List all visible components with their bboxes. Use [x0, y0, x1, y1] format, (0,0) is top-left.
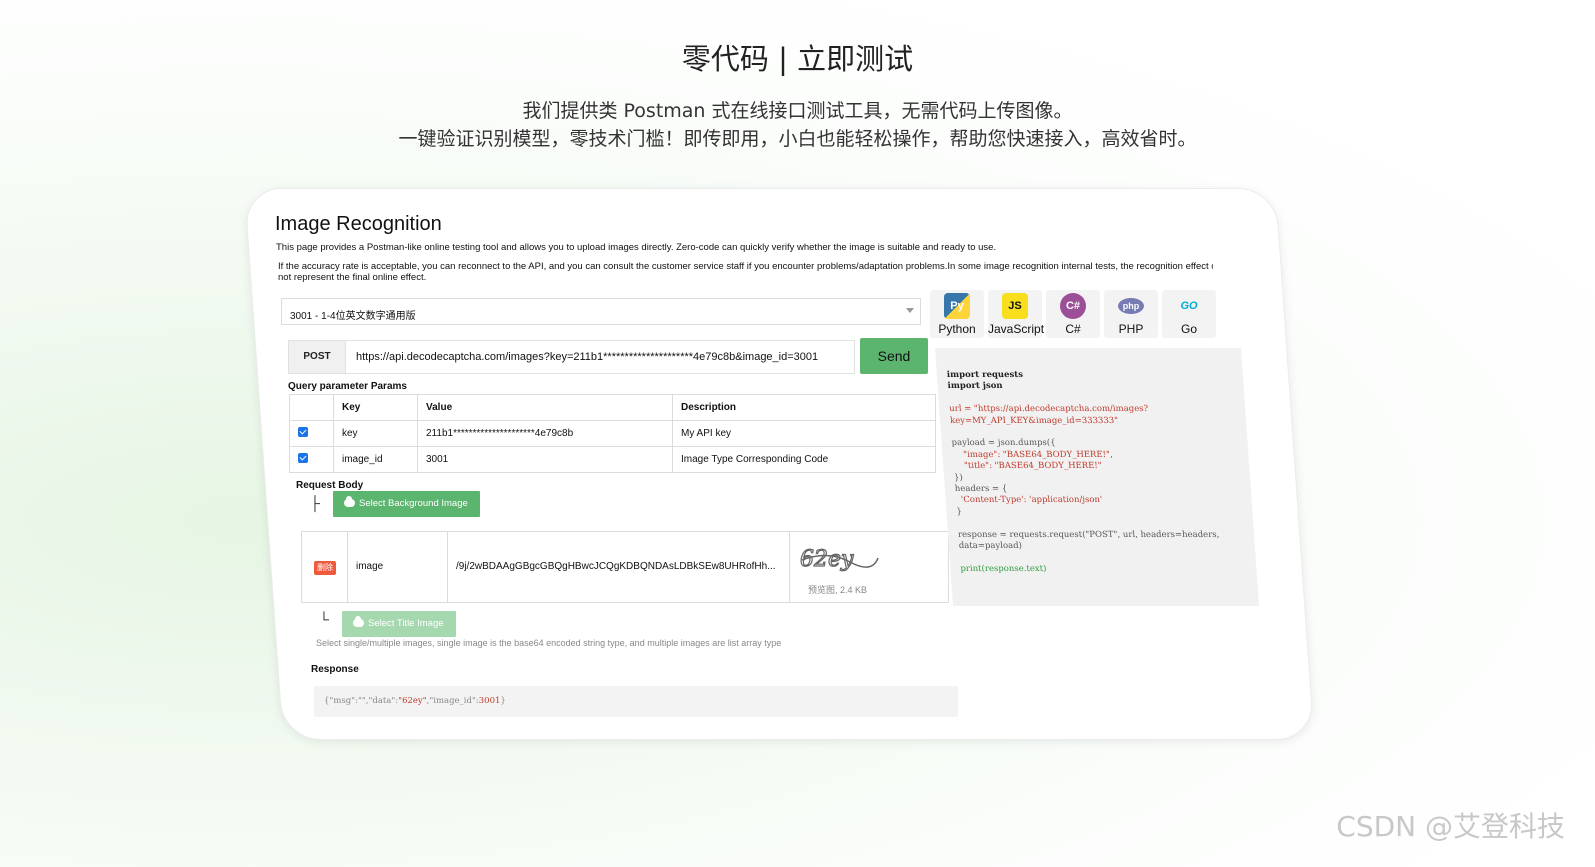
- model-select-value: 3001 - 1-4位英文数字通用版: [290, 311, 416, 322]
- image-field-name: image: [348, 532, 448, 602]
- tab-javascript[interactable]: JS JavaScript: [988, 290, 1044, 338]
- http-method[interactable]: POST: [288, 340, 346, 374]
- param-checkbox[interactable]: [298, 453, 308, 463]
- select-background-image-button[interactable]: Select Background Image: [333, 491, 480, 517]
- panel-description-2: If the accuracy rate is acceptable, you …: [278, 261, 1213, 283]
- image-recognition-panel: Image Recognition This page provides a P…: [275, 208, 1260, 728]
- tab-python[interactable]: Py Python: [930, 290, 984, 338]
- select-title-image-button[interactable]: Select Title Image: [342, 611, 456, 637]
- param-description[interactable]: Image Type Corresponding Code: [672, 446, 936, 473]
- tab-php[interactable]: php PHP: [1104, 290, 1158, 338]
- params-label: Query parameter Params: [288, 381, 407, 392]
- image-size: 2.4 KB: [840, 585, 868, 595]
- tab-go[interactable]: GO Go: [1162, 290, 1216, 338]
- request-url-input[interactable]: https://api.decodecaptcha.com/images?key…: [345, 340, 855, 374]
- cloud-upload-icon: [353, 616, 364, 627]
- table-row: key 211b1*********************4e79c8b My…: [289, 420, 936, 447]
- tab-csharp[interactable]: C# C#: [1046, 290, 1100, 338]
- param-value[interactable]: 211b1*********************4e79c8b: [417, 420, 673, 447]
- image-field-value[interactable]: /9j/2wBDAAgGBgcGBQgHBwcJCQgKDBQNDAsLDBkS…: [448, 532, 790, 602]
- param-checkbox[interactable]: [298, 427, 308, 437]
- hero-subtitle-1: 我们提供类 Postman 式在线接口测试工具，无需代码上传图像。: [522, 100, 1073, 122]
- response-label: Response: [311, 664, 359, 675]
- image-body-row: 删除 image /9j/2wBDAAgGBgcGBQgHBwcJCQgKDBQ…: [301, 531, 949, 603]
- upload-hint: Select single/multiple images, single im…: [316, 638, 782, 648]
- captcha-preview-image: 62ey: [799, 546, 879, 573]
- header-key: Key: [333, 394, 418, 421]
- python-icon: Py: [944, 293, 970, 319]
- csharp-icon: C#: [1060, 293, 1086, 319]
- javascript-icon: JS: [1002, 293, 1028, 319]
- panel-description-1: This page provides a Postman-like online…: [276, 242, 997, 253]
- params-table: Key Value Description key 211b1*********…: [289, 394, 936, 473]
- hero-title: 零代码 | 立即测试: [681, 42, 914, 76]
- tree-branch-icon: ├: [310, 495, 320, 511]
- image-preview-cell: 62ey 预览图, 2.4 KB: [790, 532, 948, 602]
- chevron-down-icon: [906, 308, 914, 313]
- header-description: Description: [672, 394, 936, 421]
- preview-label: 预览图: [808, 585, 836, 595]
- param-value[interactable]: 3001: [417, 446, 673, 473]
- delete-button[interactable]: 删除: [314, 561, 336, 575]
- hero-subtitle-2: 一键验证识别模型，零技术门槛！即传即用，小白也能轻松操作，帮助您快速接入，高效省…: [398, 128, 1197, 150]
- params-header-row: Key Value Description: [289, 394, 936, 421]
- php-icon: php: [1118, 298, 1144, 314]
- response-output: {"msg":"","data":"62ey","image_id":3001}: [314, 686, 958, 717]
- tree-end-icon: └: [319, 611, 329, 627]
- table-row: image_id 3001 Image Type Corresponding C…: [289, 446, 936, 473]
- cloud-upload-icon: [344, 496, 355, 507]
- param-description[interactable]: My API key: [672, 420, 936, 447]
- model-select[interactable]: 3001 - 1-4位英文数字通用版: [281, 298, 921, 325]
- send-button[interactable]: Send: [860, 338, 928, 374]
- go-icon: GO: [1180, 300, 1198, 312]
- header-value: Value: [417, 394, 673, 421]
- code-sample-panel: import requests import json url = "https…: [935, 348, 1260, 606]
- panel-title: Image Recognition: [275, 213, 442, 235]
- param-key[interactable]: image_id: [333, 446, 418, 473]
- csdn-watermark: CSDN @艾登科技: [1336, 810, 1565, 843]
- request-body-label: Request Body: [296, 480, 364, 491]
- param-key[interactable]: key: [333, 420, 418, 447]
